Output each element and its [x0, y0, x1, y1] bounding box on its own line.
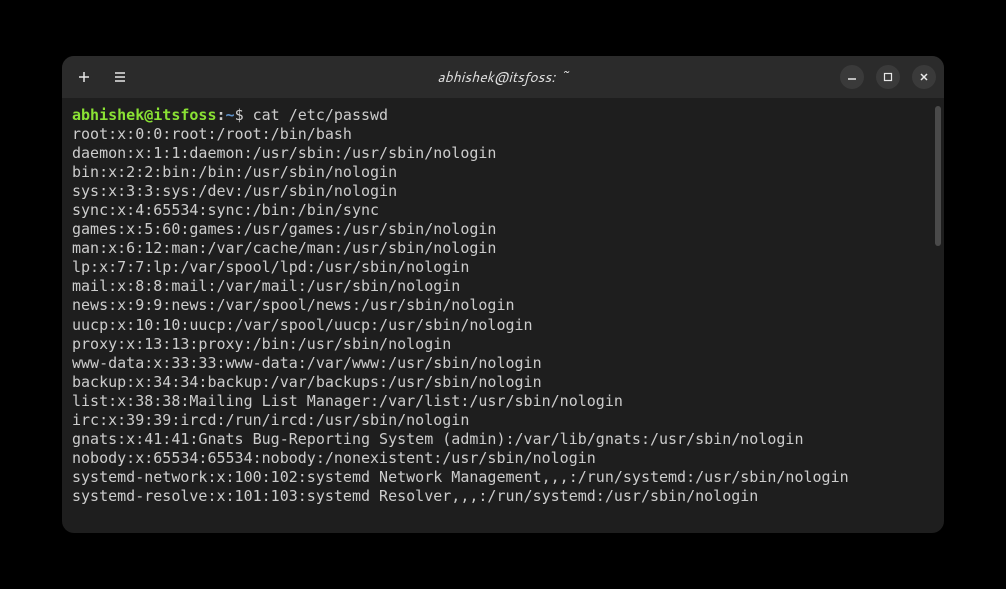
output-line: uucp:x:10:10:uucp:/var/spool/uucp:/usr/s…: [72, 316, 934, 335]
prompt-user-host: abhishek@itsfoss: [72, 106, 217, 124]
prompt-symbol: $: [235, 106, 253, 124]
window-controls: [840, 65, 936, 89]
minimize-icon: [847, 72, 857, 82]
output-line: systemd-network:x:100:102:systemd Networ…: [72, 468, 934, 487]
output-line: sys:x:3:3:sys:/dev:/usr/sbin/nologin: [72, 182, 934, 201]
output-line: bin:x:2:2:bin:/bin:/usr/sbin/nologin: [72, 163, 934, 182]
scrollbar-thumb[interactable]: [935, 106, 941, 246]
output-line: irc:x:39:39:ircd:/run/ircd:/usr/sbin/nol…: [72, 411, 934, 430]
close-icon: [919, 72, 929, 82]
menu-button[interactable]: [108, 65, 132, 89]
output-line: man:x:6:12:man:/var/cache/man:/usr/sbin/…: [72, 239, 934, 258]
output-line: root:x:0:0:root:/root:/bin/bash: [72, 125, 934, 144]
plus-icon: [76, 69, 92, 85]
prompt-path: ~: [226, 106, 235, 124]
output-container: root:x:0:0:root:/root:/bin/bashdaemon:x:…: [72, 125, 934, 506]
output-line: mail:x:8:8:mail:/var/mail:/usr/sbin/nolo…: [72, 277, 934, 296]
output-line: list:x:38:38:Mailing List Manager:/var/l…: [72, 392, 934, 411]
prompt-colon: :: [217, 106, 226, 124]
titlebar: abhishek@itsfoss: ~: [62, 56, 944, 98]
titlebar-left-controls: [72, 65, 132, 89]
output-line: news:x:9:9:news:/var/spool/news:/usr/sbi…: [72, 296, 934, 315]
output-line: systemd-resolve:x:101:103:systemd Resolv…: [72, 487, 934, 506]
prompt-line: abhishek@itsfoss:~$ cat /etc/passwd: [72, 106, 934, 125]
maximize-icon: [883, 72, 893, 82]
hamburger-icon: [112, 69, 128, 85]
output-line: gnats:x:41:41:Gnats Bug-Reporting System…: [72, 430, 934, 449]
terminal-window: abhishek@itsfoss: ~ abhishek@itsfos: [62, 56, 944, 533]
output-line: www-data:x:33:33:www-data:/var/www:/usr/…: [72, 354, 934, 373]
new-tab-button[interactable]: [72, 65, 96, 89]
output-line: nobody:x:65534:65534:nobody:/nonexistent…: [72, 449, 934, 468]
output-line: backup:x:34:34:backup:/var/backups:/usr/…: [72, 373, 934, 392]
output-line: proxy:x:13:13:proxy:/bin:/usr/sbin/nolog…: [72, 335, 934, 354]
output-line: sync:x:4:65534:sync:/bin:/bin/sync: [72, 201, 934, 220]
minimize-button[interactable]: [840, 65, 864, 89]
maximize-button[interactable]: [876, 65, 900, 89]
output-line: daemon:x:1:1:daemon:/usr/sbin:/usr/sbin/…: [72, 144, 934, 163]
output-line: lp:x:7:7:lp:/var/spool/lpd:/usr/sbin/nol…: [72, 258, 934, 277]
command-text: cat /etc/passwd: [253, 106, 388, 124]
terminal-body[interactable]: abhishek@itsfoss:~$ cat /etc/passwd root…: [62, 98, 944, 533]
output-line: games:x:5:60:games:/usr/games:/usr/sbin/…: [72, 220, 934, 239]
close-button[interactable]: [912, 65, 936, 89]
window-title: abhishek@itsfoss: ~: [437, 67, 568, 87]
